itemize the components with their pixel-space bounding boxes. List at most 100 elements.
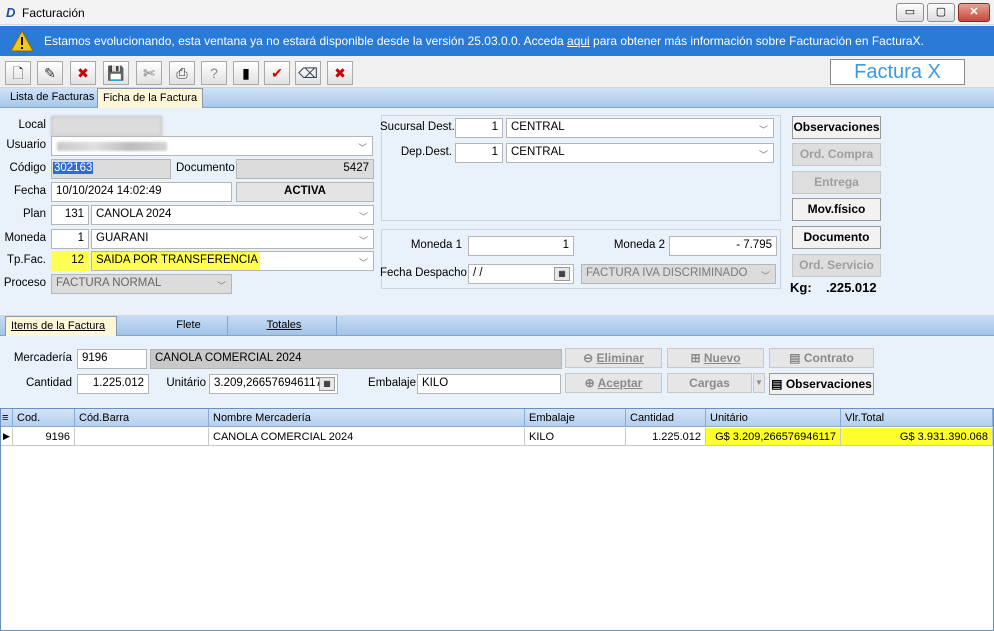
documento-label: Documento bbox=[176, 162, 235, 174]
exit-icon[interactable]: ▮ bbox=[233, 61, 259, 85]
save-icon[interactable]: 💾 bbox=[103, 61, 129, 85]
moneda-select[interactable]: GUARANI ﹀ bbox=[91, 229, 374, 249]
tab-ficha-factura[interactable]: Ficha de la Factura bbox=[97, 88, 204, 108]
unitario-field[interactable]: 3.209,266576946117 ▦ bbox=[209, 374, 338, 394]
calendar-icon[interactable]: ▦ bbox=[554, 267, 570, 281]
cell-embalaje[interactable]: KILO bbox=[525, 428, 626, 446]
mov-fisico-button[interactable]: Mov.físico bbox=[792, 198, 881, 221]
dep-select[interactable]: CENTRAL ﹀ bbox=[506, 143, 774, 163]
kg-value: .225.012 bbox=[826, 280, 877, 295]
usuario-redacted bbox=[57, 142, 167, 151]
tpfac-label: Tp.Fac. bbox=[7, 254, 46, 266]
fecha-label: Fecha bbox=[14, 185, 46, 197]
cantidad-field[interactable]: 1.225.012 bbox=[77, 374, 149, 394]
help-icon[interactable]: ? bbox=[201, 61, 227, 85]
eliminar-button[interactable]: ⊖ Eliminar bbox=[565, 348, 662, 368]
chevron-down-icon: ﹀ bbox=[758, 125, 768, 135]
print-icon[interactable]: ⎙ bbox=[169, 61, 195, 85]
tpfac-code-field[interactable]: 12 bbox=[51, 251, 89, 271]
sucursal-select[interactable]: CENTRAL ﹀ bbox=[506, 118, 774, 138]
dep-code-field[interactable]: 1 bbox=[455, 143, 503, 163]
minimize-button[interactable]: ▭ bbox=[896, 3, 924, 22]
local-field bbox=[51, 116, 162, 136]
ord-compra-button[interactable]: Ord. Compra bbox=[792, 143, 881, 166]
aceptar-button[interactable]: ⊕ Aceptar bbox=[565, 373, 662, 393]
banner-link[interactable]: aqui bbox=[567, 34, 590, 48]
cut-icon[interactable]: ✄ bbox=[136, 61, 162, 85]
moneda1-field[interactable]: 1 bbox=[468, 236, 574, 256]
plan-code-field[interactable]: 131 bbox=[51, 205, 89, 225]
item-observaciones-button[interactable]: ▤ Observaciones bbox=[769, 373, 874, 395]
brand-logo: Factura X bbox=[830, 59, 965, 85]
observaciones-button[interactable]: Observaciones bbox=[792, 116, 881, 139]
add-row-icon: ⊞ bbox=[690, 351, 704, 365]
embalaje-field[interactable]: KILO bbox=[417, 374, 561, 394]
cell-nombre[interactable]: CANOLA COMERCIAL 2024 bbox=[209, 428, 525, 446]
cargas-button[interactable]: Cargas bbox=[667, 373, 752, 393]
row-pointer-icon: ▶ bbox=[1, 428, 13, 446]
cell-cantidad[interactable]: 1.225.012 bbox=[626, 428, 706, 446]
col-nombre[interactable]: Nombre Mercadería bbox=[209, 409, 525, 427]
items-grid: ≡ Cod. Cód.Barra Nombre Mercadería Embal… bbox=[0, 408, 994, 631]
cargas-dropdown[interactable]: ▼ bbox=[753, 373, 765, 393]
chevron-down-icon: ▼ bbox=[755, 378, 763, 387]
tab-totales[interactable]: Totales bbox=[232, 316, 337, 336]
new-document-icon[interactable]: 🗋 bbox=[5, 61, 31, 85]
plan-select[interactable]: CANOLA 2024 ﹀ bbox=[91, 205, 374, 225]
banner-text-pre: Estamos evolucionando, esta ventana ya n… bbox=[44, 34, 568, 48]
tab-flete[interactable]: Flete bbox=[150, 316, 228, 336]
mercaderia-label: Mercadería bbox=[13, 352, 72, 364]
codigo-field[interactable]: 302163 bbox=[51, 159, 171, 179]
cell-unitario[interactable]: G$ 3.209,266576946117 bbox=[706, 428, 841, 446]
tab-items-factura[interactable]: Items de la Factura bbox=[5, 316, 117, 336]
calculator-icon[interactable]: ▦ bbox=[319, 377, 335, 391]
tipo-iva-select: FACTURA IVA DISCRIMINADO ﹀ bbox=[581, 264, 776, 284]
despacho-field[interactable]: / / ▦ bbox=[468, 264, 574, 284]
cell-cod-barra[interactable] bbox=[75, 428, 209, 446]
documento-button[interactable]: Documento bbox=[792, 226, 881, 249]
delete-icon[interactable]: ✖ bbox=[70, 61, 96, 85]
nuevo-button[interactable]: ⊞ Nuevo bbox=[667, 348, 764, 368]
item-tabs: Items de la Factura Flete Totales bbox=[0, 315, 994, 336]
estado-badge: ACTIVA bbox=[236, 182, 374, 202]
dep-value: CENTRAL bbox=[511, 146, 565, 158]
cell-vlr-total[interactable]: G$ 3.931.390.068 bbox=[841, 428, 993, 446]
entrega-button[interactable]: Entrega bbox=[792, 171, 881, 194]
fecha-field[interactable]: 10/10/2024 14:02:49 bbox=[51, 182, 232, 202]
sucursal-label: Sucursal Dest. bbox=[380, 121, 455, 133]
ord-servicio-button[interactable]: Ord. Servicio bbox=[792, 254, 881, 277]
col-embalaje[interactable]: Embalaje bbox=[525, 409, 626, 427]
delete-row-icon: ⊖ bbox=[583, 351, 597, 365]
col-cantidad[interactable]: Cantidad bbox=[626, 409, 706, 427]
col-unitario[interactable]: Unitário bbox=[706, 409, 841, 427]
local-label: Local bbox=[18, 119, 47, 131]
mercaderia-code-field[interactable]: 9196 bbox=[77, 349, 147, 369]
cantidad-label: Cantidad bbox=[25, 377, 72, 389]
col-cod-barra[interactable]: Cód.Barra bbox=[75, 409, 209, 427]
col-vlr-total[interactable]: Vlr.Total bbox=[841, 409, 993, 427]
col-cod[interactable]: Cod. bbox=[13, 409, 75, 427]
tpfac-select[interactable]: SAIDA POR TRANSFERENCIA ﹀ bbox=[91, 251, 374, 271]
sucursal-code-field[interactable]: 1 bbox=[455, 118, 503, 138]
eraser-icon[interactable]: ⌫ bbox=[295, 61, 321, 85]
edit-document-icon[interactable]: ✎ bbox=[37, 61, 63, 85]
notes-icon: ▤ bbox=[771, 377, 786, 391]
plan-label: Plan bbox=[22, 208, 46, 220]
banner-message: Estamos evolucionando, esta ventana ya n… bbox=[44, 34, 924, 48]
chevron-down-icon: ﹀ bbox=[216, 281, 226, 291]
moneda2-field[interactable]: - 7.795 bbox=[669, 236, 777, 256]
despacho-label: Fecha Despacho bbox=[380, 267, 467, 279]
confirm-icon[interactable]: ✔ bbox=[264, 61, 290, 85]
tab-lista-facturas[interactable]: Lista de Facturas bbox=[5, 88, 99, 108]
print-delete-icon[interactable]: ✖ bbox=[327, 61, 353, 85]
proceso-select: FACTURA NORMAL ﹀ bbox=[51, 274, 232, 294]
close-button[interactable]: ✕ bbox=[958, 3, 990, 22]
cell-cod[interactable]: 9196 bbox=[13, 428, 75, 446]
usuario-select[interactable]: ﹀ bbox=[51, 136, 373, 156]
contrato-button[interactable]: ▤ Contrato bbox=[769, 348, 874, 368]
accept-icon: ⊕ bbox=[584, 376, 598, 390]
unitario-label: Unitário bbox=[166, 377, 206, 389]
restore-button[interactable]: ▢ bbox=[927, 3, 955, 22]
moneda-code-field[interactable]: 1 bbox=[51, 229, 89, 249]
mercaderia-name-field: CANOLA COMERCIAL 2024 bbox=[150, 349, 562, 369]
